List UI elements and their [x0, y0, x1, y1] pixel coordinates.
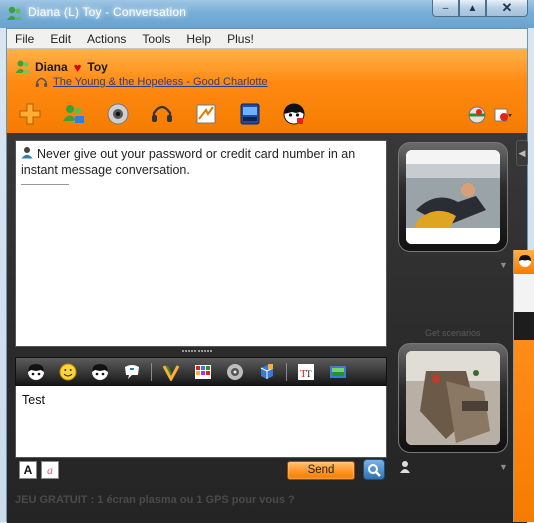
- history-divider: [21, 184, 69, 185]
- options-menu-icon[interactable]: [493, 105, 513, 125]
- conversation-window: Diana (L) Toy - Conversation ‒ ▲ ✕ File …: [0, 0, 534, 523]
- webcam-icon[interactable]: [105, 101, 131, 127]
- title-bar[interactable]: Diana (L) Toy - Conversation ‒ ▲ ✕: [0, 0, 534, 28]
- now-playing-link[interactable]: The Young & the Hopeless - Good Charlott…: [53, 76, 268, 88]
- menu-help[interactable]: Help: [184, 31, 213, 47]
- nudge-icon[interactable]: [123, 363, 141, 381]
- search-button[interactable]: [363, 459, 385, 480]
- search-icon: [368, 463, 381, 477]
- background-window-icon: [519, 255, 531, 267]
- send-file-icon[interactable]: [258, 363, 276, 381]
- advert-text[interactable]: JEU GRATUIT : 1 écran plasma ou 1 GPS po…: [15, 494, 295, 506]
- window-title: Diana (L) Toy - Conversation: [28, 5, 187, 19]
- my-status-icon[interactable]: [399, 460, 411, 474]
- font-icon[interactable]: TT: [297, 363, 315, 381]
- menu-file[interactable]: File: [13, 31, 36, 47]
- compose-text: Test: [22, 393, 45, 407]
- window-frame: File Edit Actions Tools Help Plus! Diana…: [6, 28, 528, 523]
- type-mode-button[interactable]: A: [19, 461, 37, 479]
- audio-headset-icon[interactable]: [149, 101, 175, 127]
- wink-icon[interactable]: [27, 363, 45, 381]
- contact-display-picture[interactable]: [398, 142, 508, 252]
- menu-plus[interactable]: Plus!: [225, 31, 256, 47]
- close-button[interactable]: ✕: [486, 0, 528, 17]
- contact-name-line: Diana ♥ Toy: [15, 59, 108, 75]
- heart-icon: ♥: [73, 59, 82, 75]
- contact-header: Diana ♥ Toy The Young & the Hopeless - G…: [7, 49, 527, 133]
- background-window-edge: [513, 250, 534, 522]
- compose-box[interactable]: Test: [15, 386, 387, 458]
- maximize-button[interactable]: ▲: [459, 0, 486, 17]
- window-controls: ‒ ▲ ✕: [432, 0, 528, 18]
- my-display-picture[interactable]: [398, 343, 508, 453]
- menu-tools[interactable]: Tools: [140, 31, 172, 47]
- pane-splitter[interactable]: [182, 350, 212, 354]
- collapse-my-picture-icon[interactable]: ▼: [499, 462, 508, 472]
- safety-buddy-icon: [21, 147, 33, 159]
- side-caption: Get scenarios: [425, 328, 481, 338]
- format-separator: [151, 362, 152, 381]
- background-color-icon[interactable]: [329, 363, 347, 381]
- menu-edit[interactable]: Edit: [48, 31, 73, 47]
- block-icon[interactable]: [281, 101, 307, 127]
- menu-actions[interactable]: Actions: [85, 31, 128, 47]
- collapse-contact-picture-icon[interactable]: ▼: [499, 260, 508, 270]
- ink-mode-button[interactable]: a: [41, 461, 59, 479]
- display-pictures-panel: ▼ Get scenarios ▼ ◀: [395, 140, 528, 520]
- header-right-tools: [467, 105, 519, 125]
- message-history[interactable]: Never give out your password or credit c…: [15, 140, 387, 347]
- my-photo: [406, 351, 500, 445]
- format-toolbar: TT: [15, 357, 387, 386]
- minimize-button[interactable]: ‒: [432, 0, 459, 17]
- contact-name-second: Toy: [87, 60, 108, 74]
- activities-icon[interactable]: [193, 101, 219, 127]
- invite-icon[interactable]: [17, 101, 43, 127]
- share-files-icon[interactable]: [61, 101, 87, 127]
- emoticon-icon[interactable]: [59, 363, 77, 381]
- handwriting-icon[interactable]: [226, 363, 244, 381]
- games-icon[interactable]: [237, 101, 263, 127]
- messenger-icon: [7, 6, 23, 20]
- menu-bar: File Edit Actions Tools Help Plus!: [7, 29, 527, 49]
- safety-notice: Never give out your password or credit c…: [21, 146, 381, 178]
- side-panel-toggle[interactable]: ◀: [516, 140, 528, 166]
- svg-text:T: T: [306, 369, 312, 379]
- safety-notice-text: Never give out your password or credit c…: [21, 147, 356, 177]
- main-toolbar: [17, 99, 325, 129]
- conversation-body: Never give out your password or credit c…: [7, 133, 528, 523]
- format-separator: [286, 362, 287, 381]
- compose-bottom-bar: A a Send: [15, 459, 387, 483]
- contact-name-first: Diana: [35, 60, 68, 74]
- winks-icon[interactable]: [91, 363, 109, 381]
- backgrounds-icon[interactable]: [194, 363, 212, 381]
- buddy-status-icon: [15, 60, 31, 73]
- headphones-icon: [35, 77, 48, 87]
- now-playing: The Young & the Hopeless - Good Charlott…: [35, 76, 268, 88]
- voice-clip-icon[interactable]: [162, 363, 180, 381]
- send-button[interactable]: Send: [287, 461, 355, 480]
- display-picture-icon[interactable]: [467, 105, 487, 125]
- contact-photo: [406, 150, 500, 244]
